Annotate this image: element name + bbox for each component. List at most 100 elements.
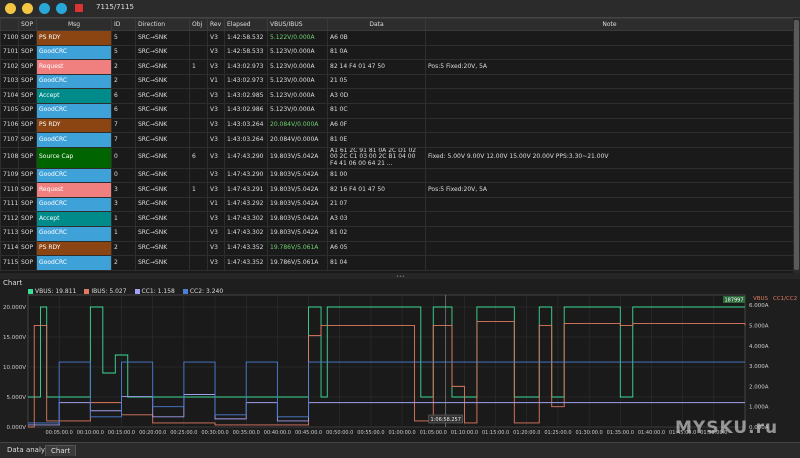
table-row[interactable]: 7100 SOP PS RDY 5 SRC→SNK V3 1:42:58.532 5.122V… xyxy=(0,30,794,46)
stop-icon[interactable] xyxy=(75,4,83,12)
message-table[interactable]: SOP Msg ID Direction Obj Rev Elapsed VBU… xyxy=(0,18,800,273)
col-obj[interactable]: Obj xyxy=(189,18,208,31)
scrollbar-thumb[interactable] xyxy=(794,20,799,270)
col-direction[interactable]: Direction xyxy=(135,18,190,31)
save-icon[interactable] xyxy=(22,3,33,14)
row-id: 6 xyxy=(111,102,136,119)
col-sop[interactable]: SOP xyxy=(18,18,37,31)
x-tick-label: 01:00:00.0 xyxy=(388,430,415,436)
row-vbus-ibus: 5.123V/0.000A xyxy=(267,73,328,90)
table-row[interactable]: 7112 SOP Accept 1 SRC→SNK V3 1:47:43.302 19.803… xyxy=(0,211,794,227)
row-elapsed: 1:47:43.302 xyxy=(224,211,268,227)
row-msg: Request xyxy=(36,59,112,75)
col-index[interactable] xyxy=(0,18,19,31)
table-row[interactable]: 7102 SOP Request 2 SRC→SNK 1 V3 1:43:02.973 5.12… xyxy=(0,59,794,75)
row-obj: 6 xyxy=(189,146,208,169)
table-row[interactable]: 7105 SOP GoodCRC 6 SRC→SNK V3 1:43:02.986 5.123… xyxy=(0,102,794,119)
table-row[interactable]: 7113 SOP GoodCRC 1 SRC→SNK V3 1:47:43.302 19.80… xyxy=(0,225,794,242)
row-elapsed: 1:43:03.264 xyxy=(224,132,268,148)
col-vbus-ibus[interactable]: VBUS/IBUS xyxy=(267,18,328,31)
y-right-tick-label: 3.000A xyxy=(749,364,769,370)
col-note[interactable]: Note xyxy=(425,18,794,31)
chart-panel-title: Chart xyxy=(3,279,23,287)
row-id: 2 xyxy=(111,240,136,257)
x-tick-label: 00:20:00.0 xyxy=(139,430,166,436)
row-vbus-ibus: 20.084V/0.000A xyxy=(267,117,328,134)
row-id: 7 xyxy=(111,117,136,134)
splitter-grip-icon[interactable]: ••• xyxy=(396,274,405,280)
col-rev[interactable]: Rev xyxy=(207,18,225,31)
table-row[interactable]: 7111 SOP GoodCRC 3 SRC→SNK V1 1:47:43.292 19.80… xyxy=(0,196,794,213)
row-direction: SRC→SNK xyxy=(135,132,190,148)
col-msg[interactable]: Msg xyxy=(36,18,112,31)
row-msg: PS RDY xyxy=(36,240,112,257)
message-count: 7115/7115 xyxy=(96,3,134,11)
bluetooth-icon[interactable] xyxy=(56,3,67,14)
settings-icon[interactable] xyxy=(39,3,50,14)
row-msg: Accept xyxy=(36,88,112,104)
cursor-label: 1:06:58.257 xyxy=(431,417,461,423)
row-note xyxy=(425,102,794,119)
table-row[interactable]: 7115 SOP GoodCRC 2 SRC→SNK V3 1:47:43.352 19.78… xyxy=(0,255,794,271)
row-elapsed: 1:42:58.532 xyxy=(224,30,268,46)
row-data: A6 0B xyxy=(327,30,426,46)
row-id: 2 xyxy=(111,73,136,90)
row-sop: SOP xyxy=(18,146,37,169)
row-data: 82 14 F4 01 47 50 xyxy=(327,59,426,75)
row-index: 7102 xyxy=(0,59,19,75)
row-rev: V3 xyxy=(207,240,225,257)
row-msg: GoodCRC xyxy=(36,167,112,184)
row-rev: V3 xyxy=(207,88,225,104)
table-row[interactable]: 7110 SOP Request 3 SRC→SNK 1 V3 1:47:43.291 19.8… xyxy=(0,182,794,198)
row-rev: V3 xyxy=(207,117,225,134)
y-left-tick-label: 0.000V xyxy=(6,425,26,431)
row-vbus-ibus: 20.084V/0.000A xyxy=(267,132,328,148)
row-index: 7100 xyxy=(0,30,19,46)
row-data: A6 05 xyxy=(327,240,426,257)
row-data: 21 05 xyxy=(327,73,426,90)
row-sop: SOP xyxy=(18,182,37,198)
table-row[interactable]: 7109 SOP GoodCRC 0 SRC→SNK V3 1:47:43.290 19.80… xyxy=(0,167,794,184)
row-elapsed: 1:42:58.533 xyxy=(224,44,268,61)
row-msg: GoodCRC xyxy=(36,73,112,90)
table-scrollbar[interactable] xyxy=(793,18,800,273)
row-direction: SRC→SNK xyxy=(135,225,190,242)
row-msg: GoodCRC xyxy=(36,196,112,213)
col-data[interactable]: Data xyxy=(327,18,426,31)
row-rev: V3 xyxy=(207,255,225,271)
row-sop: SOP xyxy=(18,211,37,227)
table-row[interactable]: 7106 SOP PS RDY 7 SRC→SNK V3 1:43:03.264 20.084… xyxy=(0,117,794,134)
table-row[interactable]: 7108 SOP Source Cap 0 SRC→SNK 6 V3 1:47:43.290 1… xyxy=(0,146,794,169)
row-elapsed: 1:43:02.986 xyxy=(224,102,268,119)
row-index: 7104 xyxy=(0,88,19,104)
row-vbus-ibus: 19.803V/5.042A xyxy=(267,196,328,213)
table-row[interactable]: 7114 SOP PS RDY 2 SRC→SNK V3 1:47:43.352 19.786… xyxy=(0,240,794,257)
col-elapsed[interactable]: Elapsed xyxy=(224,18,268,31)
row-sop: SOP xyxy=(18,73,37,90)
table-row[interactable]: 7104 SOP Accept 6 SRC→SNK V3 1:43:02.985 5.123V… xyxy=(0,88,794,104)
row-note xyxy=(425,211,794,227)
table-row[interactable]: 7103 SOP GoodCRC 2 SRC→SNK V1 1:43:02.973 5.123… xyxy=(0,73,794,90)
row-msg: Accept xyxy=(36,211,112,227)
table-row[interactable]: 7101 SOP GoodCRC 5 SRC→SNK V3 1:42:58.533 5.123… xyxy=(0,44,794,61)
row-obj xyxy=(189,225,208,242)
open-icon[interactable] xyxy=(5,3,16,14)
col-id[interactable]: ID xyxy=(111,18,136,31)
row-obj xyxy=(189,240,208,257)
row-sop: SOP xyxy=(18,240,37,257)
row-msg: GoodCRC xyxy=(36,255,112,271)
table-row[interactable]: 7107 SOP GoodCRC 7 SRC→SNK V3 1:43:03.264 20.08… xyxy=(0,132,794,148)
row-vbus-ibus: 19.803V/5.042A xyxy=(267,182,328,198)
x-tick-label: 00:15:00.0 xyxy=(108,430,135,436)
row-id: 3 xyxy=(111,182,136,198)
row-direction: SRC→SNK xyxy=(135,30,190,46)
row-msg: PS RDY xyxy=(36,30,112,46)
row-obj xyxy=(189,167,208,184)
row-rev: V3 xyxy=(207,182,225,198)
row-obj xyxy=(189,30,208,46)
row-index: 7107 xyxy=(0,132,19,148)
tab-chart[interactable]: Chart xyxy=(45,445,77,456)
row-obj xyxy=(189,117,208,134)
row-obj xyxy=(189,44,208,61)
row-elapsed: 1:47:43.290 xyxy=(224,146,268,169)
